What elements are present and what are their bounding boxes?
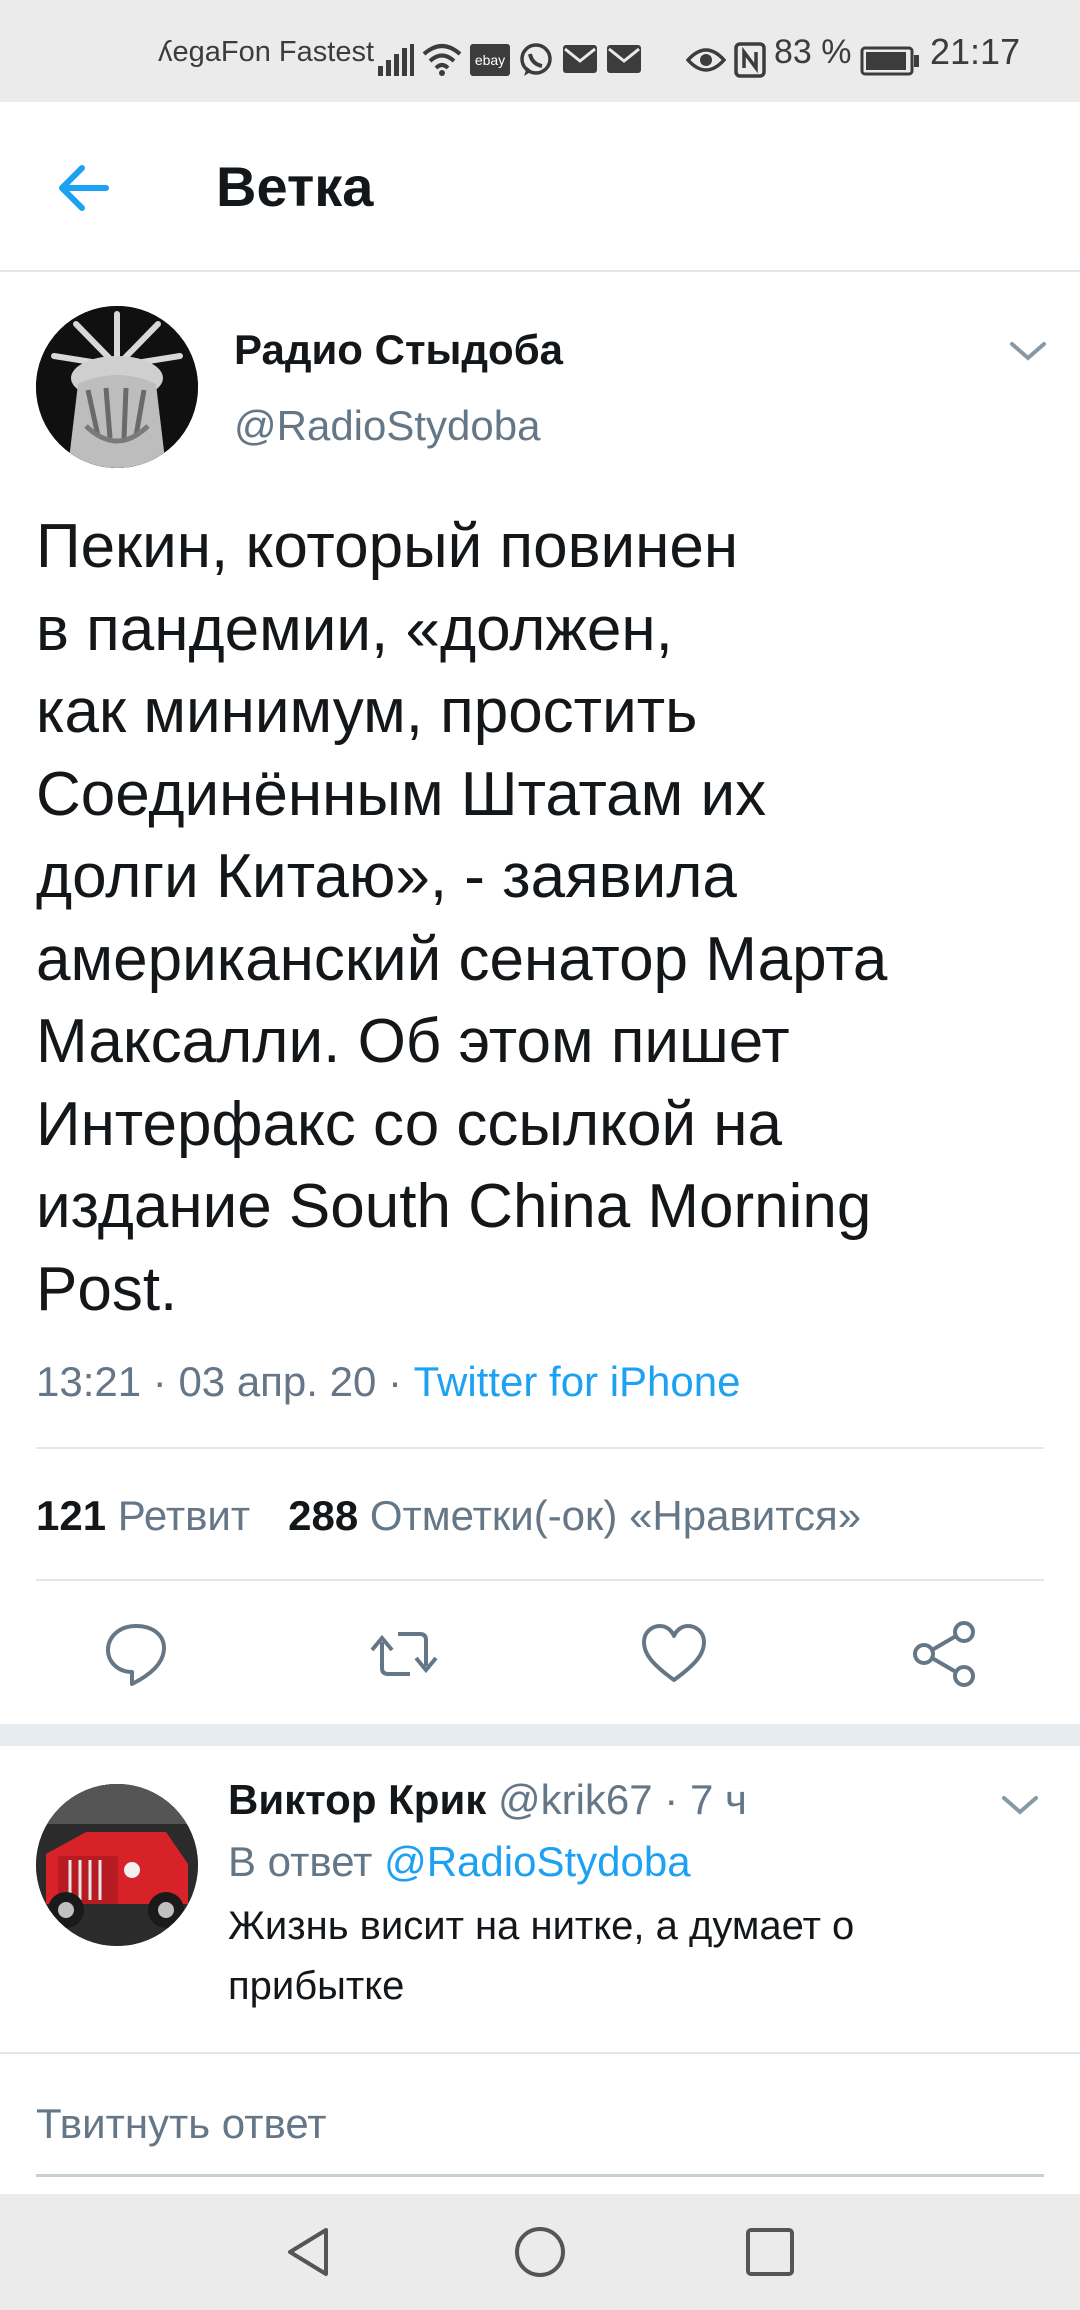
red-car-image xyxy=(36,1784,198,1946)
stats-row: 121 Ретвит 288 Отметки(-ок) «Нравится» xyxy=(36,1486,861,1546)
page-title: Ветка xyxy=(216,155,374,218)
eye-comfort-icon xyxy=(686,48,726,72)
retweet-icon xyxy=(370,1632,438,1676)
retweet-button[interactable] xyxy=(366,1616,442,1692)
like-icon xyxy=(642,1624,706,1682)
reply-compose-input[interactable]: Твитнуть ответ xyxy=(36,2094,1044,2177)
signal-icon xyxy=(378,44,414,76)
author-avatar[interactable] xyxy=(36,306,198,468)
divider xyxy=(0,2052,1080,2054)
share-button[interactable] xyxy=(906,1616,982,1692)
share-icon xyxy=(913,1621,975,1687)
reply-to-handle-link[interactable]: @RadioStydoba xyxy=(384,1838,691,1885)
likes-stat[interactable]: 288 Отметки(-ок) «Нравится» xyxy=(288,1492,861,1539)
like-label: Отметки(-ок) «Нравится» xyxy=(369,1492,862,1539)
clock: 21:17 xyxy=(930,31,1021,72)
statue-of-liberty-image xyxy=(36,306,198,468)
back-button[interactable] xyxy=(40,144,128,232)
author-name[interactable]: Радио Стыдоба xyxy=(234,322,563,378)
nav-recents-icon[interactable] xyxy=(744,2226,796,2278)
system-nav-bar xyxy=(0,2194,1080,2310)
mail-icon xyxy=(563,45,597,73)
whatsapp-icon xyxy=(520,43,552,76)
carrier-label: ʎegaFon Fastest xyxy=(158,36,374,68)
thread-separator xyxy=(0,1724,1080,1746)
retweet-count: 121 xyxy=(36,1492,107,1539)
like-count: 288 xyxy=(288,1492,359,1539)
retweets-stat[interactable]: 121 Ретвит xyxy=(36,1492,250,1539)
reply-to-line: В ответ @RadioStydoba xyxy=(228,1832,691,1892)
reply-author-name[interactable]: Виктор Крик xyxy=(228,1776,486,1823)
wifi-icon xyxy=(422,44,462,76)
tweet-date: 03 апр. 20 xyxy=(178,1358,377,1405)
tweet-meta: 13:21 · 03 апр. 20 · Twitter for iPhone xyxy=(36,1358,741,1405)
tweet-source-link[interactable]: Twitter for iPhone xyxy=(414,1358,741,1405)
reply-to-prefix: В ответ xyxy=(228,1838,373,1885)
tweet-time: 13:21 xyxy=(36,1358,142,1405)
app-header: Ветка xyxy=(0,102,1080,272)
nav-home-icon[interactable] xyxy=(512,2224,568,2280)
back-arrow-icon xyxy=(59,165,109,211)
reply-header: Виктор Крик @krik67 · 7 ч xyxy=(228,1776,747,1823)
battery-icon xyxy=(860,46,919,76)
nav-back-icon[interactable] xyxy=(282,2224,334,2280)
mail-icon-2 xyxy=(607,45,641,73)
reply-author-avatar[interactable] xyxy=(36,1784,198,1946)
status-bar: ʎegaFon Fastest ebay 83 % 21:17 xyxy=(0,0,1080,102)
reply-author-handle[interactable]: @krik67 xyxy=(498,1776,653,1823)
retweet-label: Ретвит xyxy=(117,1492,251,1539)
author-handle[interactable]: @RadioStydoba xyxy=(234,398,541,454)
reply-chevron-down-icon[interactable] xyxy=(996,1788,1044,1822)
tweet-text: Пекин, который повинен в пандемии, «долж… xyxy=(36,512,888,1324)
reply-age: 7 ч xyxy=(689,1776,747,1823)
reply-compose-placeholder: Твитнуть ответ xyxy=(36,2100,327,2147)
reply-text: Жизнь висит на нитке, а думает о прибытк… xyxy=(228,1904,855,2008)
nfc-icon xyxy=(734,42,766,78)
reply-button[interactable] xyxy=(98,1616,174,1692)
divider xyxy=(36,1447,1044,1449)
like-button[interactable] xyxy=(636,1616,712,1692)
chevron-down-icon[interactable] xyxy=(1004,334,1052,368)
battery-percent: 83 % xyxy=(774,33,852,71)
divider xyxy=(36,1579,1044,1581)
reply-icon xyxy=(106,1624,166,1686)
ebay-app-icon: ebay xyxy=(470,44,510,76)
